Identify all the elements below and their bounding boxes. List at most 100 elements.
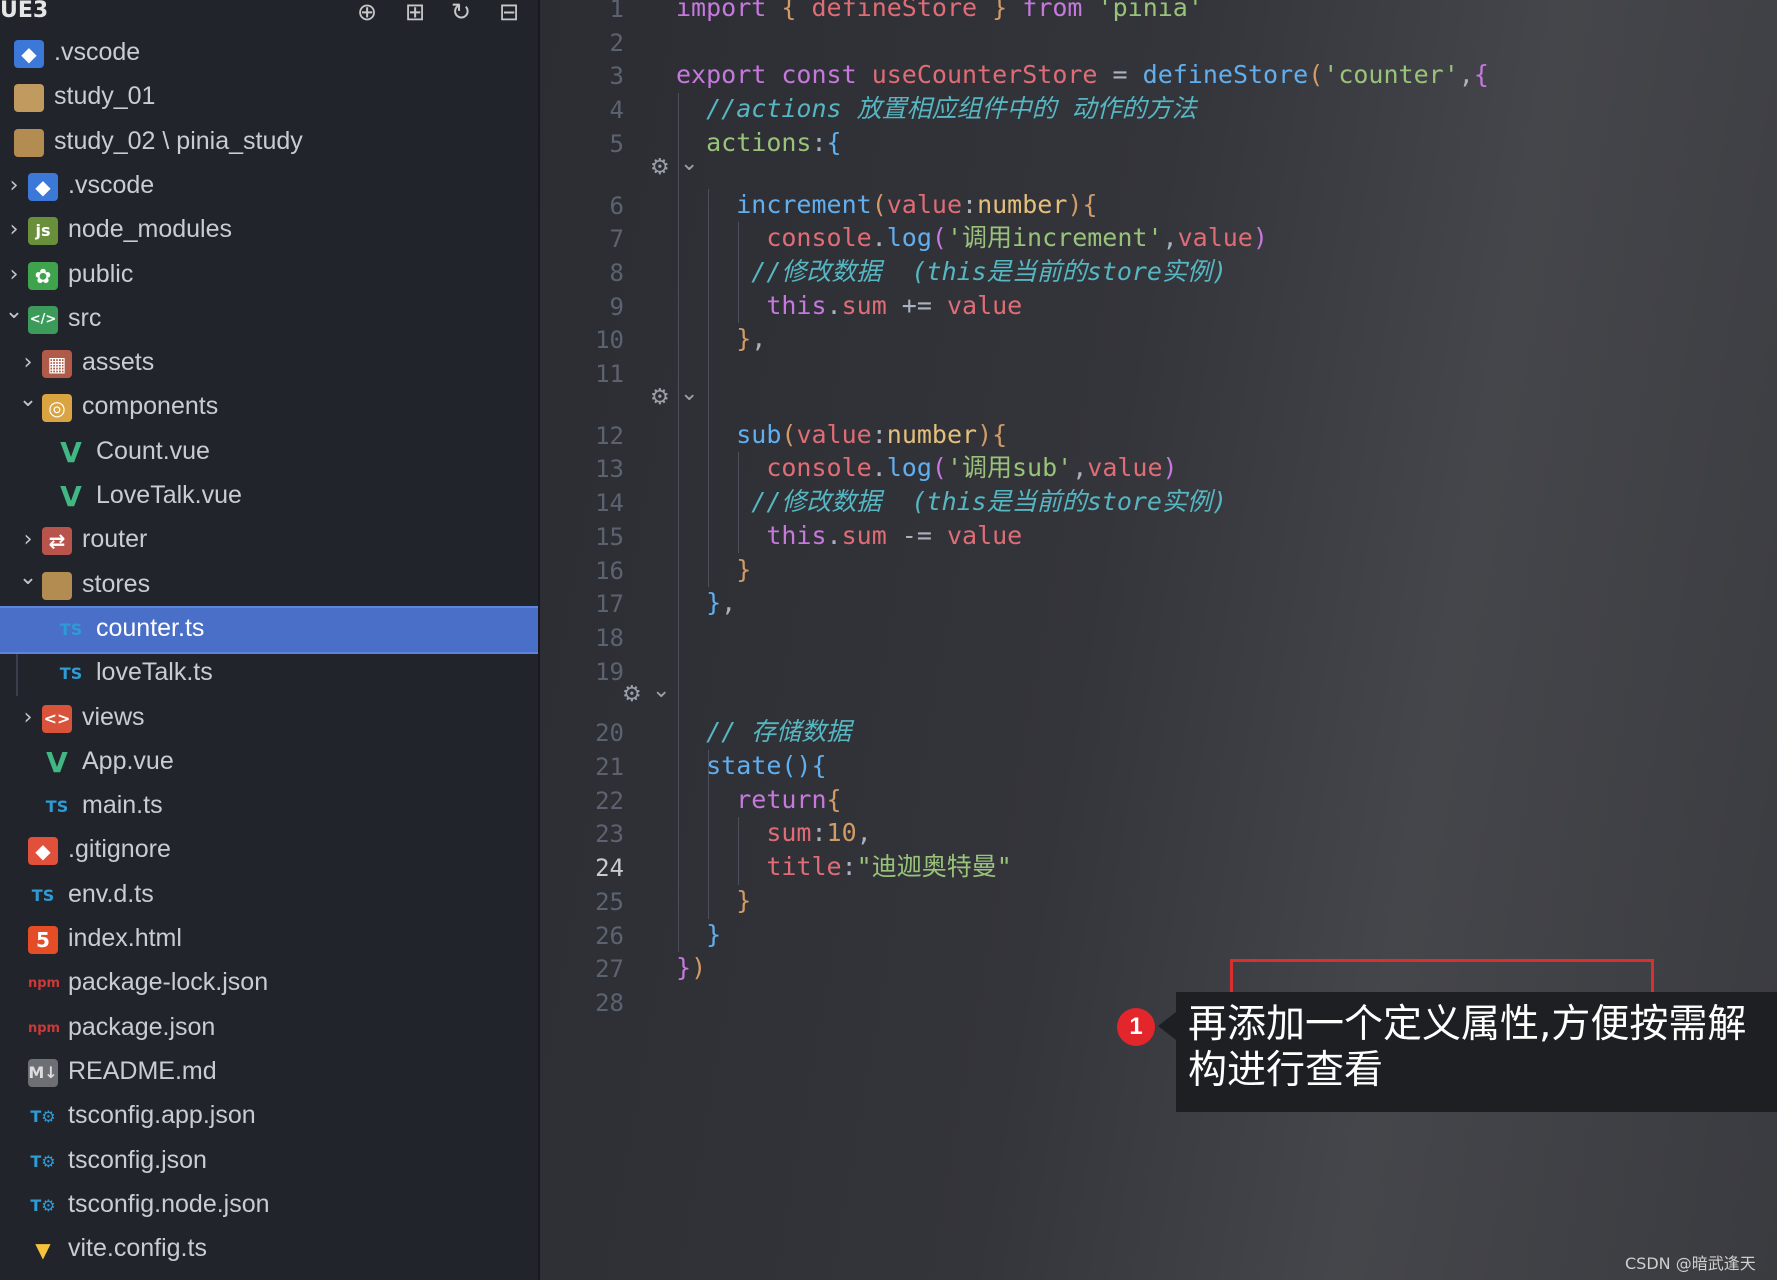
tree-item[interactable]: npm package.json [0, 1007, 538, 1051]
code-token: , [721, 588, 737, 618]
tsconfig-icon: T⚙ [30, 1107, 56, 1127]
tree-item[interactable]: TS loveTalk.ts [0, 652, 538, 696]
code-line[interactable]: }, [676, 587, 736, 619]
code-line[interactable]: } [676, 919, 721, 951]
code-line[interactable]: }, [676, 323, 766, 355]
code-token: , [1162, 223, 1178, 253]
code-line[interactable]: this.sum -= value [676, 520, 1022, 552]
code-line[interactable]: //actions 放置相应组件中的 动作的方法 [676, 93, 1197, 125]
tree-item-label: tsconfig.json [68, 1145, 207, 1174]
tree-item[interactable]: study_02 \ pinia_study [0, 121, 538, 165]
chevron-right-icon[interactable]: › [4, 262, 24, 287]
tree-item[interactable]: TS main.ts [0, 785, 538, 829]
tree-item[interactable]: › ✿ public [0, 254, 538, 298]
tree-item[interactable]: ⌄ </> src [0, 298, 538, 342]
tree-item[interactable]: ◆ .vscode [0, 32, 538, 76]
code-token: export [676, 60, 767, 90]
ts-file-icon: TS [59, 619, 83, 639]
code-line[interactable]: sub(value:number){ [676, 419, 1007, 451]
tree-item[interactable]: › ◆ .vscode [0, 165, 538, 209]
chevron-down-icon[interactable]: ⌄ [18, 565, 38, 590]
code-token: . [871, 453, 887, 483]
annotation-callout: 再添加一个定义属性,方便按需解构进行查看 [1176, 992, 1777, 1112]
chevron-down-icon[interactable]: ⌄ [652, 678, 670, 703]
tree-item[interactable]: V Count.vue [0, 431, 538, 475]
tree-item[interactable]: › js node_modules [0, 209, 538, 253]
new-file-icon[interactable]: ⊕ [352, 0, 382, 26]
code-line[interactable]: sum:10, [676, 817, 871, 849]
tree-item[interactable]: › ⇄ router [0, 519, 538, 563]
tree-item[interactable]: ◆ .gitignore [0, 829, 538, 873]
code-line[interactable]: title:"迪迦奥特曼" [676, 851, 1011, 883]
code-line[interactable]: state(){ [676, 750, 827, 782]
tree-item[interactable]: ⌄ stores [0, 564, 538, 608]
code-line[interactable]: //修改数据 (this是当前的store实例) [676, 256, 1227, 288]
tree-item[interactable]: › ▦ assets [0, 342, 538, 386]
code-line[interactable]: console.log('调用sub',value) [676, 452, 1177, 484]
code-token: console [766, 223, 872, 253]
tree-item-label: router [82, 525, 148, 554]
code-token: } [736, 885, 752, 915]
tree-item[interactable]: V LoveTalk.vue [0, 475, 538, 519]
line-number: 6 [609, 191, 624, 220]
tree-item[interactable]: 5 index.html [0, 918, 538, 962]
code-token: , [751, 324, 767, 354]
tree-item[interactable]: npm package-lock.json [0, 962, 538, 1006]
tree-item[interactable]: V App.vue [0, 741, 538, 785]
tree-item[interactable]: M↓ README.md [0, 1051, 538, 1095]
code-line[interactable]: //修改数据 (this是当前的store实例) [676, 486, 1227, 518]
chevron-down-icon[interactable]: ⌄ [680, 381, 698, 406]
code-line[interactable]: increment(value:number){ [676, 189, 1097, 221]
code-line[interactable]: export const useCounterStore = defineSto… [676, 59, 1489, 91]
chevron-right-icon[interactable]: › [18, 705, 38, 730]
chevron-right-icon[interactable]: › [18, 528, 38, 552]
line-number: 2 [609, 28, 624, 57]
code-line[interactable]: // 存储数据 [676, 716, 851, 748]
tree-item[interactable]: TS env.d.ts [0, 874, 538, 918]
collapse-all-icon[interactable]: ⊟ [494, 0, 524, 26]
node-modules-folder-icon: js [28, 217, 58, 246]
tree-item[interactable]: ▼ vite.config.ts [0, 1228, 538, 1272]
code-line[interactable]: } [676, 885, 751, 917]
chevron-down-icon[interactable]: ⌄ [18, 388, 38, 412]
tree-item[interactable]: TS counter.ts [0, 605, 538, 654]
tree-item[interactable]: T⚙ tsconfig.app.json [0, 1095, 538, 1139]
code-line[interactable]: console.log('调用increment',value) [676, 222, 1268, 254]
copilot-icon[interactable]: ⚙ [650, 385, 670, 410]
code-line[interactable]: this.sum += value [676, 290, 1022, 322]
code-line[interactable]: return{ [676, 784, 841, 816]
tree-item[interactable]: T⚙ tsconfig.json [0, 1140, 538, 1184]
code-token: : [811, 127, 827, 157]
chevron-right-icon[interactable]: › [18, 351, 38, 375]
code-line[interactable]: } [676, 554, 751, 586]
code-token: { [811, 751, 827, 780]
copilot-icon[interactable]: ⚙ [650, 155, 670, 180]
refresh-icon[interactable]: ↻ [446, 0, 476, 26]
copilot-icon[interactable]: ⚙ [622, 682, 642, 707]
code-line[interactable]: actions:{ [676, 127, 841, 159]
tree-item[interactable]: › <> views [0, 697, 538, 741]
code-line[interactable]: }) [676, 952, 706, 984]
tree-item-label: counter.ts [96, 613, 205, 642]
code-token: //actions 放置相应组件中的 动作的方法 [706, 94, 1197, 124]
tree-item-label: node_modules [68, 215, 233, 244]
chevron-down-icon[interactable]: ⌄ [4, 299, 24, 324]
vscode-window: UE3 ⊕ ⊞ ↻ ⊟ ◆ .vscode study_01 study_02 \ p… [0, 0, 1777, 1280]
tree-item[interactable]: T⚙ tsconfig.node.json [0, 1184, 538, 1228]
tsconfig-icon: T⚙ [30, 1195, 56, 1215]
code-line[interactable]: import { defineStore } from 'pinia' [676, 0, 1203, 24]
new-folder-icon[interactable]: ⊞ [400, 0, 430, 26]
chevron-right-icon[interactable]: › [4, 173, 24, 198]
tree-item[interactable]: ⌄ ◎ components [0, 386, 538, 430]
tree-item[interactable]: study_01 [0, 76, 538, 120]
code-token: value [946, 290, 1023, 320]
chevron-right-icon[interactable]: › [4, 218, 24, 242]
line-number: 27 [595, 955, 624, 984]
